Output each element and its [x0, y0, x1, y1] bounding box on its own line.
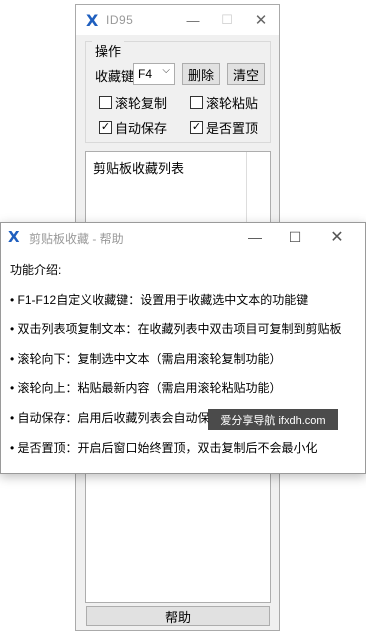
always-on-top-label: 是否置顶 [206, 121, 259, 136]
app-x-logo-icon: X [8, 228, 20, 246]
checkmark-icon[interactable]: ✓ [99, 121, 112, 134]
help-button[interactable]: 帮助 [86, 606, 270, 626]
wheel-paste-label: 滚轮粘贴 [206, 96, 259, 111]
main-titlebar[interactable]: X ID95 — ☐ ✕ [76, 5, 279, 35]
help-titlebar[interactable]: X 剪贴板收藏 - 帮助 — ☐ ✕ [1, 223, 365, 251]
help-line-always-on-top: • 是否置顶：开启后窗口始终置顶，双击复制后不会最小化 [10, 441, 318, 455]
help-window: X 剪贴板收藏 - 帮助 — ☐ ✕ 功能介绍: • F1-F12自定义收藏键：… [0, 222, 366, 474]
help-intro: 功能介绍: [10, 263, 62, 277]
list-column-divider [246, 152, 247, 222]
chevron-down-icon: ⌵ [162, 65, 170, 76]
help-window-title: 剪贴板收藏 - 帮助 [29, 232, 124, 246]
help-line-wheel-up: • 滚轮向上：粘贴最新内容（需启用滚轮粘贴功能） [10, 381, 282, 395]
checkmark-icon[interactable]: ✓ [190, 121, 203, 134]
auto-save-checkbox[interactable]: ✓ 自动保存 [99, 118, 167, 137]
auto-save-label: 自动保存 [115, 121, 168, 136]
help-line-wheel-down: • 滚轮向下：复制选中文本（需启用滚轮复制功能） [10, 352, 282, 366]
delete-button[interactable]: 删除 [182, 63, 220, 85]
checkbox-box[interactable] [99, 96, 112, 109]
wheel-copy-checkbox[interactable]: 滚轮复制 [99, 93, 167, 112]
clear-button[interactable]: 清空 [227, 63, 265, 85]
close-icon[interactable]: ✕ [315, 223, 359, 251]
maximize-icon[interactable]: ☐ [273, 223, 317, 251]
favorites-list-header: 剪贴板收藏列表 [93, 161, 185, 176]
help-line-double-click: • 双击列表项复制文本：在收藏列表中双击项目可复制到剪贴板 [10, 322, 342, 336]
minimize-icon[interactable]: — [233, 223, 277, 251]
checkbox-box[interactable] [190, 96, 203, 109]
wheel-copy-label: 滚轮复制 [115, 96, 168, 111]
watermark-overlay: 爱分享导航 ifxdh.com [208, 409, 338, 430]
maximize-icon[interactable]: ☐ [210, 5, 244, 35]
always-on-top-checkbox[interactable]: ✓ 是否置顶 [190, 118, 258, 137]
wheel-paste-checkbox[interactable]: 滚轮粘贴 [190, 93, 258, 112]
operation-group-label: 操作 [92, 41, 125, 60]
favorite-key-value: F4 [138, 67, 153, 81]
favorite-key-label: 收藏键: [95, 69, 138, 84]
favorite-key-select[interactable]: F4 ⌵ [133, 63, 175, 85]
minimize-icon[interactable]: — [176, 5, 210, 35]
main-window-title: ID95 [106, 13, 134, 27]
app-x-logo-icon: X [86, 11, 99, 30]
help-line-auto-save: • 自动保存：启用后收藏列表会自动保 [10, 411, 210, 425]
close-icon[interactable]: ✕ [244, 5, 278, 35]
help-line-fkeys: • F1-F12自定义收藏键：设置用于收藏选中文本的功能键 [10, 293, 309, 307]
